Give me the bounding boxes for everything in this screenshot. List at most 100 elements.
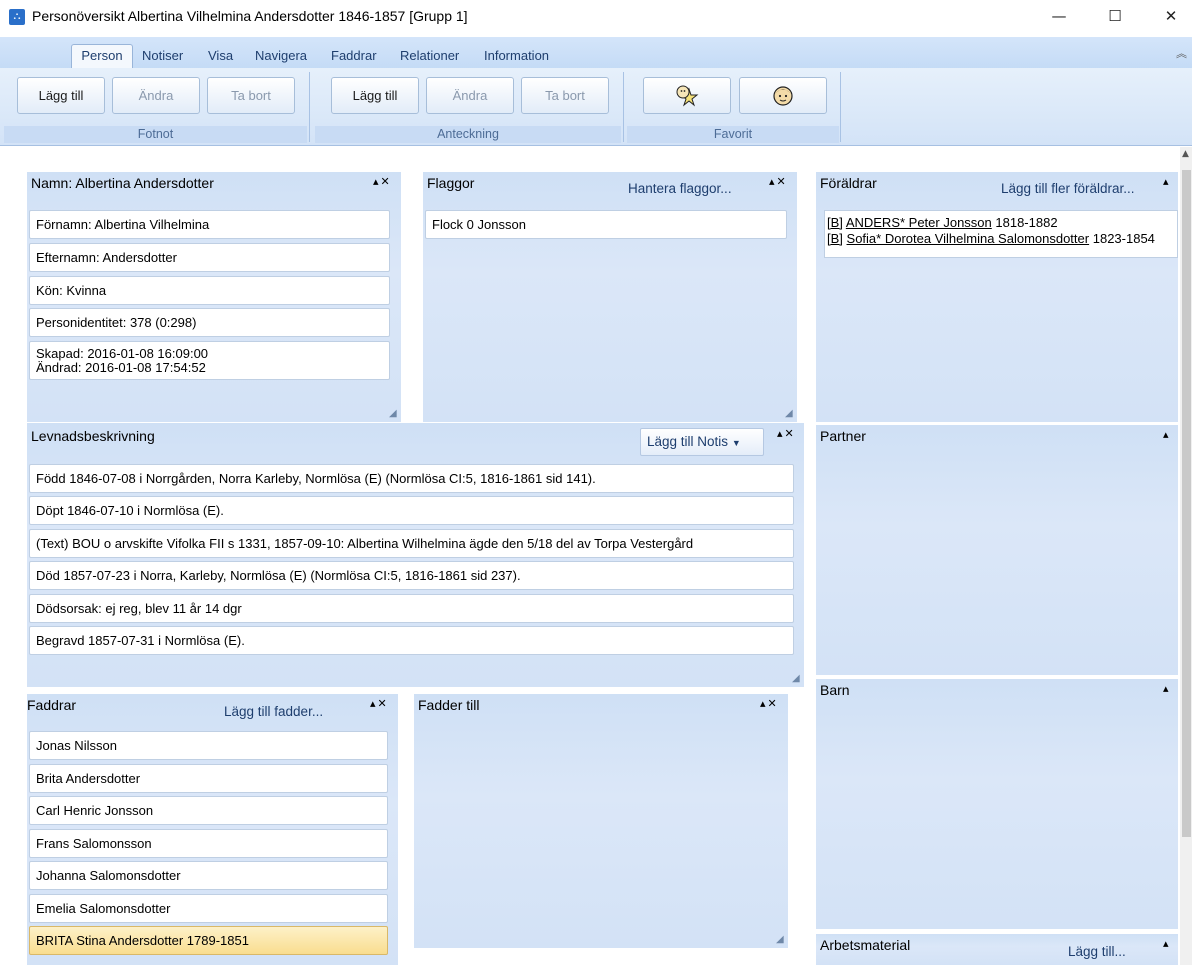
panel-collapse-icon[interactable]: ▴ <box>1163 428 1171 441</box>
partner-panel: Partner ▴ <box>816 425 1178 675</box>
godparent-of-panel-title: Fadder till <box>418 697 480 713</box>
biography-panel: Levnadsbeskrivning Lägg till Notis ▼ ▴✕ … <box>27 423 804 687</box>
father-name-link[interactable]: ANDERS* Peter Jonsson <box>846 215 992 230</box>
tab-relationer[interactable]: Relationer <box>400 45 459 67</box>
anteckning-add-button[interactable]: Lägg till <box>331 77 419 114</box>
godparent-item[interactable]: Carl Henric Jonsson <box>29 796 388 825</box>
panel-collapse-close-icons[interactable]: ▴✕ <box>760 697 779 710</box>
favorite-star-button[interactable] <box>643 77 731 114</box>
favorit-group-label: Favorit <box>627 126 839 143</box>
add-note-button[interactable]: Lägg till Notis ▼ <box>640 428 764 456</box>
anteckning-group-label: Anteckning <box>315 126 621 143</box>
event-death[interactable]: Död 1857-07-23 i Norra, Karleby, Normlös… <box>29 561 794 590</box>
resize-grip-icon[interactable]: ◢ <box>785 408 793 419</box>
godparent-item[interactable]: Jonas Nilsson <box>29 731 388 760</box>
event-cause-of-death[interactable]: Dödsorsak: ej reg, blev 11 år 14 dgr <box>29 594 794 623</box>
name-panel: Namn: Albertina Andersdotter ▴✕ Förnamn:… <box>27 172 401 422</box>
window-title: Personöversikt Albertina Vilhelmina Ande… <box>32 8 468 24</box>
gender-field[interactable]: Kön: Kvinna <box>29 276 390 305</box>
scrollbar-thumb[interactable] <box>1182 170 1191 837</box>
favorite-face-button[interactable] <box>739 77 827 114</box>
children-panel: Barn ▴ <box>816 679 1178 929</box>
panel-collapse-icon[interactable]: ▴ <box>1163 937 1171 950</box>
panel-collapse-close-icons[interactable]: ▴✕ <box>769 175 788 188</box>
star-face-icon <box>676 85 699 107</box>
collapse-ribbon-icon[interactable]: ︽ <box>1176 45 1187 61</box>
person-id-field[interactable]: Personidentitet: 378 (0:298) <box>29 308 390 337</box>
godparent-item[interactable]: Frans Salomonsson <box>29 829 388 858</box>
fotnot-add-button[interactable]: Lägg till <box>17 77 105 114</box>
add-more-parents-link[interactable]: Lägg till fler föräldrar... <box>1001 181 1135 196</box>
add-note-label: Lägg till Notis <box>647 434 729 449</box>
mother-name-link[interactable]: Sofia* Dorotea Vilhelmina Salomonsdotter <box>847 231 1090 246</box>
children-panel-title: Barn <box>820 682 850 698</box>
fotnot-edit-button[interactable]: Ändra <box>112 77 200 114</box>
godparents-panel-title: Faddrar <box>27 697 77 713</box>
resize-grip-icon[interactable]: ◢ <box>389 408 397 419</box>
first-name-field[interactable]: Förnamn: Albertina Vilhelmina <box>29 210 390 239</box>
timestamps-field[interactable]: Skapad: 2016-01-08 16:09:00 Ändrad: 2016… <box>29 341 390 380</box>
fotnot-group-label: Fotnot <box>4 126 307 143</box>
godparent-item-selected[interactable]: BRITA Stina Andersdotter 1789-1851 <box>29 926 388 955</box>
event-birth[interactable]: Född 1846-07-08 i Norrgården, Norra Karl… <box>29 464 794 493</box>
event-text-note[interactable]: (Text) BOU o arvskifte Vifolka FII s 133… <box>29 529 794 558</box>
panel-collapse-close-icons[interactable]: ▴✕ <box>370 697 389 710</box>
godparent-item[interactable]: Emelia Salomonsdotter <box>29 894 388 923</box>
father-row[interactable]: [B] ANDERS* Peter Jonsson 1818-1882 <box>827 215 1171 231</box>
tab-information[interactable]: Information <box>484 45 549 67</box>
godparent-item[interactable]: Brita Andersdotter <box>29 764 388 793</box>
godparents-panel: Faddrar Lägg till fadder... ▴✕ Jonas Nil… <box>27 694 398 965</box>
panel-collapse-close-icons[interactable]: ▴✕ <box>373 175 392 188</box>
anteckning-edit-button[interactable]: Ändra <box>426 77 514 114</box>
tab-faddrar[interactable]: Faddrar <box>331 45 377 67</box>
anteckning-delete-button[interactable]: Ta bort <box>521 77 609 114</box>
event-baptism[interactable]: Döpt 1846-07-10 i Normlösa (E). <box>29 496 794 525</box>
changed-timestamp: Ändrad: 2016-01-08 17:54:52 <box>36 360 206 375</box>
maximize-button[interactable]: ☐ <box>1092 0 1138 32</box>
add-godparent-link[interactable]: Lägg till fadder... <box>224 704 323 719</box>
panel-collapse-icon[interactable]: ▴ <box>1163 175 1171 188</box>
person-face-icon <box>773 86 793 106</box>
tab-visa[interactable]: Visa <box>208 45 233 67</box>
event-burial[interactable]: Begravd 1857-07-31 i Normlösa (E). <box>29 626 794 655</box>
biography-panel-title: Levnadsbeskrivning <box>31 428 155 444</box>
minimize-button[interactable]: — <box>1036 0 1082 32</box>
name-panel-title: Namn: Albertina Andersdotter <box>31 175 214 191</box>
father-tag: [B] <box>827 215 843 230</box>
ribbon-tab-bar: Person Notiser Visa Navigera Faddrar Rel… <box>0 37 1192 69</box>
parents-panel: Föräldrar Lägg till fler föräldrar... ▴ … <box>816 172 1178 422</box>
created-timestamp: Skapad: 2016-01-08 16:09:00 <box>36 346 209 361</box>
mother-years: 1823-1854 <box>1092 231 1155 246</box>
close-button[interactable]: ✕ <box>1148 0 1192 32</box>
parents-panel-title: Föräldrar <box>820 175 877 191</box>
resize-grip-icon[interactable]: ◢ <box>776 934 784 945</box>
panel-collapse-close-icons[interactable]: ▴✕ <box>777 427 796 440</box>
partner-panel-title: Partner <box>820 428 866 444</box>
ribbon-separator <box>840 72 841 142</box>
godparent-item[interactable]: Johanna Salomonsdotter <box>29 861 388 890</box>
add-work-material-link[interactable]: Lägg till... <box>1068 944 1126 959</box>
mother-row[interactable]: [B] Sofia* Dorotea Vilhelmina Salomonsdo… <box>827 231 1171 247</box>
dropdown-arrow-icon: ▼ <box>731 438 741 448</box>
work-material-panel-title: Arbetsmaterial <box>820 937 911 953</box>
ribbon-separator <box>623 72 624 142</box>
tab-navigera[interactable]: Navigera <box>255 45 307 67</box>
scroll-up-icon[interactable]: ▲ <box>1182 149 1189 159</box>
tab-notiser[interactable]: Notiser <box>142 45 183 67</box>
resize-grip-icon[interactable]: ◢ <box>792 673 800 684</box>
godparent-of-panel: Fadder till ▴✕ ◢ <box>414 694 788 948</box>
title-bar: ⛬ Personöversikt Albertina Vilhelmina An… <box>0 0 1192 34</box>
flags-panel: Flaggor Hantera flaggor... ▴✕ Flock 0 Jo… <box>423 172 797 422</box>
manage-flags-link[interactable]: Hantera flaggor... <box>628 181 732 196</box>
last-name-field[interactable]: Efternamn: Andersdotter <box>29 243 390 272</box>
tab-person[interactable]: Person <box>71 44 133 69</box>
flags-panel-title: Flaggor <box>427 175 475 191</box>
father-years: 1818-1882 <box>995 215 1058 230</box>
parents-list: [B] ANDERS* Peter Jonsson 1818-1882 [B] … <box>824 210 1178 258</box>
work-material-panel: Arbetsmaterial Lägg till... ▴ <box>816 934 1178 965</box>
app-icon: ⛬ <box>9 9 25 25</box>
flag-item[interactable]: Flock 0 Jonsson <box>425 210 787 239</box>
fotnot-delete-button[interactable]: Ta bort <box>207 77 295 114</box>
mother-tag: [B] <box>827 231 843 246</box>
panel-collapse-icon[interactable]: ▴ <box>1163 682 1171 695</box>
